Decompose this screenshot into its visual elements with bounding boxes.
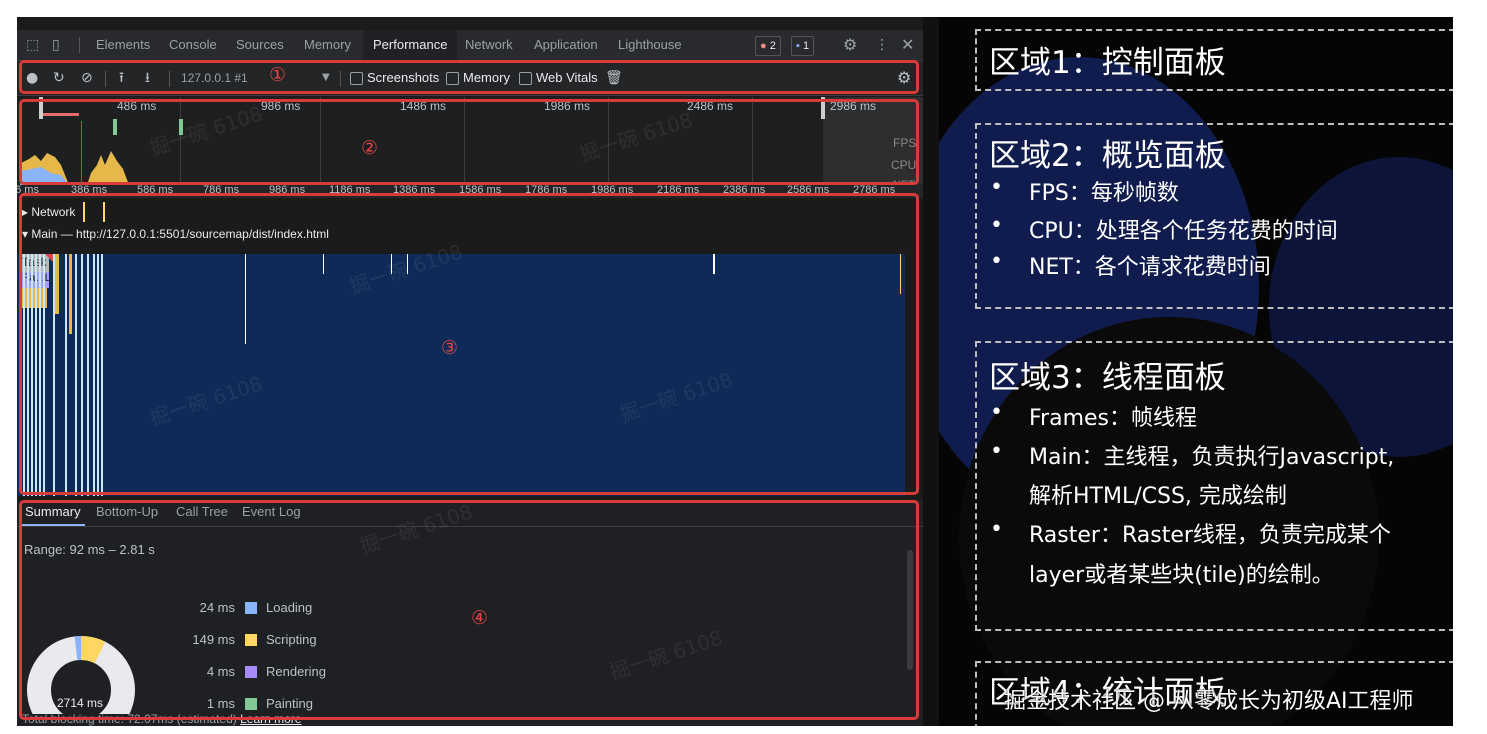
bullet: • bbox=[990, 517, 1003, 542]
inspect-element-icon[interactable]: ⬚ bbox=[26, 30, 39, 60]
note-item-text: FPS：每秒帧数 bbox=[1029, 181, 1179, 206]
region-4-number: ④ bbox=[471, 607, 489, 629]
note-item: • Frames：帧线程 bbox=[990, 400, 1198, 432]
region-2-outline bbox=[19, 99, 919, 185]
message-count-badge[interactable]: ▪ 1 bbox=[791, 36, 815, 56]
tab-sources[interactable]: Sources bbox=[236, 30, 284, 60]
settings-gear-icon[interactable]: ⚙ bbox=[843, 30, 857, 60]
note-item: • NET：各个请求花费时间 bbox=[990, 249, 1271, 281]
note-item: • Raster：Raster线程，负责完成某个 bbox=[990, 517, 1391, 549]
note-item-text: Main：主线程，负责执行Javascript, bbox=[1029, 445, 1395, 470]
more-options-icon[interactable]: ⋮ bbox=[875, 30, 889, 60]
devtools-tab-bar: ⬚ ▯ Elements Console Sources Memory Perf… bbox=[17, 30, 923, 61]
note-item-text: NET：各个请求花费时间 bbox=[1029, 255, 1271, 280]
tab-application[interactable]: Application bbox=[534, 30, 598, 60]
bullet: • bbox=[990, 400, 1003, 425]
bullet: • bbox=[990, 249, 1003, 274]
footer-watermark: 掘金技术社区 @ 从零成长为初级AI工程师 bbox=[1004, 689, 1414, 714]
divider bbox=[79, 37, 80, 53]
bullet: • bbox=[990, 213, 1003, 238]
region-1-number: ① bbox=[269, 64, 287, 86]
region-3-number: ③ bbox=[441, 337, 459, 359]
region-1-outline bbox=[19, 60, 919, 94]
region-3-outline bbox=[19, 193, 919, 495]
region-4-outline bbox=[19, 500, 919, 720]
tab-elements[interactable]: Elements bbox=[96, 30, 150, 60]
bullet: • bbox=[990, 439, 1003, 464]
note-title-region-2: 区域2：概览面板 bbox=[989, 138, 1226, 174]
note-item-continuation: 解析HTML/CSS, 完成绘制 bbox=[1029, 484, 1287, 509]
note-item-text: CPU：处理各个任务花费的时间 bbox=[1029, 219, 1338, 244]
bullet: • bbox=[990, 175, 1003, 200]
error-count-badge[interactable]: ● 2 bbox=[755, 36, 781, 56]
devtools-window: ⬚ ▯ Elements Console Sources Memory Perf… bbox=[17, 17, 923, 726]
tab-network[interactable]: Network bbox=[465, 30, 513, 60]
screenshot: ⬚ ▯ Elements Console Sources Memory Perf… bbox=[17, 17, 1453, 726]
note-item: • Main：主线程，负责执行Javascript, bbox=[990, 439, 1395, 471]
note-title-region-3: 区域3：线程面板 bbox=[989, 360, 1226, 396]
region-2-number: ② bbox=[361, 137, 379, 159]
tab-console[interactable]: Console bbox=[169, 30, 217, 60]
notes-panel: 区域1：控制面板 区域2：概览面板 • FPS：每秒帧数 • CPU：处理各个任务花… bbox=[939, 17, 1453, 726]
note-item: • CPU：处理各个任务花费的时间 bbox=[990, 213, 1338, 245]
note-title-region-1: 区域1：控制面板 bbox=[989, 45, 1226, 81]
error-count: 2 bbox=[769, 40, 776, 52]
tab-performance[interactable]: Performance bbox=[363, 30, 458, 60]
tab-memory[interactable]: Memory bbox=[304, 30, 351, 60]
close-icon[interactable]: ✕ bbox=[901, 30, 914, 60]
device-toolbar-icon[interactable]: ▯ bbox=[52, 30, 60, 60]
note-item-text: Frames：帧线程 bbox=[1029, 406, 1198, 431]
tab-lighthouse[interactable]: Lighthouse bbox=[618, 30, 682, 60]
message-icon: ▪ bbox=[796, 40, 800, 52]
note-item-continuation: layer或者某些块(tile)的绘制。 bbox=[1029, 563, 1334, 588]
message-count: 1 bbox=[802, 40, 810, 52]
error-icon: ● bbox=[760, 40, 767, 52]
note-item: • FPS：每秒帧数 bbox=[990, 175, 1179, 207]
note-item-text: Raster：Raster线程，负责完成某个 bbox=[1029, 523, 1391, 548]
